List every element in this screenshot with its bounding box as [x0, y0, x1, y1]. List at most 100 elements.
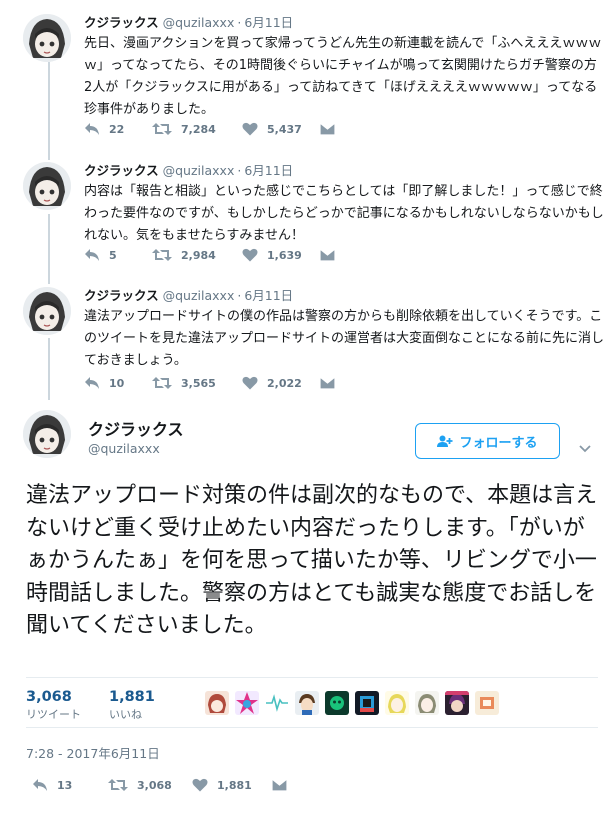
- main-tweet-text: 違法アップロード対策の件は副次的なもので、本題は言えないけど重く受け止めたい内容…: [26, 483, 598, 638]
- like-count: 5,437: [267, 122, 302, 136]
- author-name[interactable]: クジラックス: [84, 288, 159, 303]
- retweet-icon: [152, 123, 172, 135]
- divider: [26, 677, 598, 678]
- tweet-header: クジラックス @quzilaxxx · 6月11日: [84, 160, 293, 179]
- thread-tweet[interactable]: クジラックス @quzilaxxx · 6月11日 違法アップロードサイトの僕の作品…: [0, 285, 615, 400]
- tweet-text: 違法アップロードサイトの僕の作品は警察の方からも削除依頼を出していくそうです。こ…: [84, 309, 605, 368]
- retweet-count: 3,565: [181, 376, 216, 390]
- likes-stat-count: 1,881: [109, 689, 155, 705]
- avatar[interactable]: [23, 287, 71, 335]
- author-handle[interactable]: @quzilaxxx: [163, 163, 235, 178]
- direct-message-button[interactable]: [320, 249, 335, 261]
- main-avatar[interactable]: [23, 410, 71, 458]
- liker-avatar[interactable]: [355, 691, 379, 715]
- retweet-icon: [152, 249, 172, 261]
- reply-icon: [85, 249, 99, 261]
- tweet-date[interactable]: 6月11日: [244, 15, 293, 30]
- direct-message-button[interactable]: [272, 779, 287, 791]
- reply-count: 13: [57, 778, 73, 792]
- follow-person-icon: [437, 435, 453, 447]
- follow-button[interactable]: フォローする: [415, 423, 560, 459]
- main-author-handle[interactable]: @quzilaxxx: [88, 441, 160, 456]
- tweet-timestamp[interactable]: 7:28 - 2017年6月11日: [26, 743, 160, 762]
- author-name[interactable]: クジラックス: [84, 15, 159, 30]
- retweets-stat[interactable]: 3,068 リツイート: [26, 688, 81, 722]
- retweets-stat-count: 3,068: [26, 689, 72, 705]
- thread-tweet[interactable]: クジラックス @quzilaxxx · 6月11日 先日、漫画アクションを買って家帰…: [0, 12, 615, 154]
- retweet-button[interactable]: 7,284: [152, 122, 242, 136]
- envelope-icon: [320, 249, 335, 261]
- reply-count: 22: [109, 122, 125, 136]
- likes-stat-label: いいね: [109, 708, 142, 721]
- reply-icon: [85, 377, 99, 389]
- retweet-icon: [152, 377, 172, 389]
- heart-icon: [192, 778, 208, 792]
- separator-dot: ·: [237, 15, 242, 30]
- heart-icon: [242, 248, 258, 262]
- reply-button[interactable]: 13: [32, 778, 108, 792]
- heart-icon: [242, 122, 258, 136]
- thread-tweet[interactable]: クジラックス @quzilaxxx · 6月11日 内容は「報告と相談」といった感じ…: [0, 160, 615, 278]
- reply-button[interactable]: 5: [84, 248, 152, 262]
- avatar[interactable]: [23, 14, 71, 62]
- like-button[interactable]: 1,639: [242, 248, 320, 262]
- reply-count: 10: [109, 376, 125, 390]
- tweet-text: 先日、漫画アクションを買って家帰ってうどん先生の新連載を読んで「ふへえええｗｗｗ…: [84, 36, 602, 117]
- reply-icon: [85, 123, 99, 135]
- author-handle[interactable]: @quzilaxxx: [163, 15, 235, 30]
- tweet-header: クジラックス @quzilaxxx · 6月11日: [84, 12, 293, 31]
- envelope-icon: [272, 779, 287, 791]
- follow-button-label: フォローする: [459, 435, 538, 451]
- retweet-count: 3,068: [137, 778, 172, 792]
- liker-avatar[interactable]: [205, 691, 229, 715]
- separator-dot: ·: [237, 288, 242, 303]
- like-count: 2,022: [267, 376, 302, 390]
- retweet-button[interactable]: 3,565: [152, 376, 242, 390]
- liker-avatar[interactable]: [295, 691, 319, 715]
- chevron-down-icon: [579, 445, 591, 453]
- avatar[interactable]: [23, 162, 71, 210]
- main-author-name[interactable]: クジラックス: [88, 416, 184, 440]
- tweet-actions: 10 3,565 2,022: [84, 376, 335, 390]
- reply-button[interactable]: 22: [84, 122, 152, 136]
- liker-avatar[interactable]: [475, 691, 499, 715]
- reply-icon: [33, 779, 47, 791]
- like-button[interactable]: 5,437: [242, 122, 320, 136]
- likes-stat[interactable]: 1,881 いいね: [109, 688, 155, 722]
- retweet-count: 7,284: [181, 122, 216, 136]
- liker-avatar[interactable]: [235, 691, 259, 715]
- main-tweet-actions: 13 3,068 1,881: [32, 778, 287, 792]
- liker-avatars: [205, 691, 505, 715]
- liker-avatar[interactable]: [325, 691, 349, 715]
- tweet-date[interactable]: 6月11日: [244, 163, 293, 178]
- retweet-button[interactable]: 3,068: [108, 778, 192, 792]
- like-button[interactable]: 1,881: [192, 778, 272, 792]
- envelope-icon: [320, 377, 335, 389]
- retweet-button[interactable]: 2,984: [152, 248, 242, 262]
- tweet-actions: 5 2,984 1,639: [84, 248, 335, 262]
- direct-message-button[interactable]: [320, 123, 335, 135]
- liker-avatar[interactable]: [445, 691, 469, 715]
- liker-avatar[interactable]: [415, 691, 439, 715]
- divider: [26, 727, 598, 728]
- more-options-button[interactable]: [579, 438, 591, 457]
- tweet-text: 内容は「報告と相談」といった感じでこちらとしては「即了解しました！」って感じで終…: [84, 184, 604, 243]
- tweet-header: クジラックス @quzilaxxx · 6月11日: [84, 285, 293, 304]
- like-button[interactable]: 2,022: [242, 376, 320, 390]
- retweet-count: 2,984: [181, 248, 216, 262]
- tweet-actions: 22 7,284 5,437: [84, 122, 335, 136]
- author-handle[interactable]: @quzilaxxx: [163, 288, 235, 303]
- like-count: 1,881: [217, 778, 252, 792]
- author-name[interactable]: クジラックス: [84, 163, 159, 178]
- separator-dot: ·: [237, 163, 242, 178]
- reply-count: 5: [109, 248, 117, 262]
- direct-message-button[interactable]: [320, 377, 335, 389]
- tweet-date[interactable]: 6月11日: [244, 288, 293, 303]
- reply-button[interactable]: 10: [84, 376, 152, 390]
- heart-icon: [242, 376, 258, 390]
- liker-avatar[interactable]: [385, 691, 409, 715]
- like-count: 1,639: [267, 248, 302, 262]
- liker-avatar[interactable]: [265, 691, 289, 715]
- engagement-stats: 3,068 リツイート 1,881 いいね: [26, 688, 183, 722]
- envelope-icon: [320, 123, 335, 135]
